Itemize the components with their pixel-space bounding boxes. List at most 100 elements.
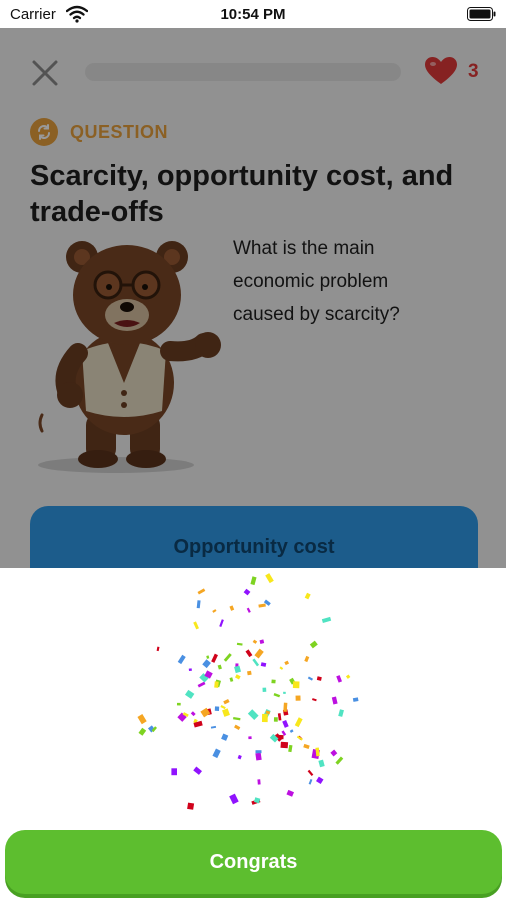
confetti-piece (246, 607, 251, 613)
confetti-piece (307, 769, 314, 777)
confetti-piece (273, 717, 278, 722)
confetti-piece (197, 588, 206, 595)
confetti-piece (254, 648, 264, 659)
confetti-piece (284, 660, 290, 666)
confetti-piece (210, 725, 217, 729)
confetti-piece (316, 676, 322, 681)
confetti-piece (171, 768, 177, 776)
confetti-piece (223, 699, 230, 705)
confetti-piece (265, 573, 274, 584)
confetti-piece (330, 749, 338, 757)
confetti-piece (321, 616, 332, 624)
confetti-piece (261, 713, 268, 723)
confetti-piece (255, 750, 262, 754)
confetti-piece (250, 576, 257, 586)
confetti-piece (196, 600, 201, 609)
confetti-piece (307, 676, 313, 681)
confetti-piece (221, 733, 229, 741)
confetti-piece (229, 605, 235, 611)
confetti-piece (345, 674, 351, 679)
confetti-piece (236, 642, 243, 646)
status-bar: Carrier 10:54 PM (0, 0, 506, 28)
confetti-piece (220, 705, 226, 710)
confetti-piece (156, 646, 160, 652)
confetti-piece (259, 639, 265, 644)
confetti-piece (193, 766, 203, 775)
confetti-piece (237, 754, 242, 760)
confetti-piece (214, 681, 219, 688)
confetti-piece (260, 662, 267, 667)
confetti-piece (177, 654, 186, 665)
confetti-piece (304, 655, 310, 663)
confetti-piece (292, 681, 300, 689)
confetti-piece (335, 756, 344, 765)
confetti-piece (197, 681, 206, 688)
congrats-button-label: Congrats (209, 851, 298, 873)
congrats-button[interactable]: Congrats (5, 830, 502, 894)
confetti-piece (289, 729, 294, 733)
confetti-piece (187, 802, 195, 810)
confetti-piece (352, 697, 359, 702)
confetti-piece (219, 619, 224, 628)
confetti-piece (137, 714, 147, 725)
confetti-piece (188, 668, 192, 672)
confetti-piece (217, 664, 222, 670)
confetti-piece (193, 621, 200, 630)
confetti-piece (214, 706, 220, 711)
confetti-piece (280, 741, 289, 749)
confetti-piece (247, 670, 252, 676)
confetti-piece (304, 592, 311, 600)
confetti-piece (312, 698, 317, 702)
confetti-piece (190, 711, 196, 717)
confetti-piece (222, 708, 230, 717)
confetti-piece (223, 653, 232, 662)
confetti-piece (282, 720, 289, 728)
confetti-piece (233, 716, 241, 721)
confetti-piece (283, 691, 286, 694)
confetti-piece (271, 679, 276, 684)
confetti-piece (277, 713, 282, 721)
confetti-piece (283, 702, 288, 712)
confetti-piece (318, 759, 325, 768)
dim-overlay (0, 28, 506, 568)
confetti-piece (212, 609, 217, 613)
confetti-piece (176, 702, 181, 706)
confetti-piece (308, 778, 313, 785)
battery-icon (467, 7, 496, 21)
confetti-piece (309, 640, 318, 649)
confetti-piece (212, 748, 221, 759)
clock: 10:54 PM (220, 6, 286, 23)
confetti-piece (235, 674, 241, 680)
confetti-piece (336, 675, 343, 683)
confetti-piece (247, 709, 259, 720)
confetti-piece (234, 665, 242, 674)
confetti-piece (243, 588, 251, 596)
confetti-piece (338, 709, 344, 717)
confetti-piece (273, 693, 281, 698)
confetti-piece (234, 724, 241, 731)
confetti-piece (229, 793, 239, 805)
confetti-piece (262, 687, 267, 692)
confetti-piece (331, 696, 338, 705)
confetti-piece (288, 744, 293, 753)
confetti-piece (202, 659, 211, 669)
confetti-piece (286, 789, 294, 797)
confetti-piece (252, 658, 260, 667)
confetti-piece (184, 689, 195, 699)
confetti-piece (248, 736, 252, 740)
confetti-piece (138, 727, 147, 736)
result-sheet: Congrats (0, 568, 506, 900)
confetti-piece (281, 730, 287, 736)
confetti-piece (257, 779, 261, 785)
confetti-piece (229, 677, 234, 682)
confetti-piece (303, 743, 310, 750)
confetti-piece (252, 639, 258, 644)
confetti-piece (258, 603, 266, 608)
confetti-piece (295, 695, 301, 701)
confetti-piece (245, 649, 253, 658)
confetti-piece (255, 752, 262, 761)
confetti-piece (211, 653, 218, 663)
confetti-piece (206, 655, 210, 659)
confetti-piece (279, 666, 284, 670)
confetti-piece (294, 717, 303, 728)
